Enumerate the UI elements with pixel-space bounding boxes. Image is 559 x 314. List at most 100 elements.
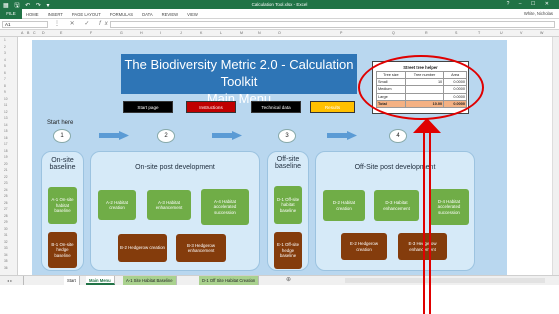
a4-accelerated-succession-button[interactable]: A-4 Habitat accelerated succession xyxy=(201,189,249,225)
row-header[interactable]: 19 xyxy=(4,155,8,159)
formula-bar: A1 ⋮ ✕ ✓ fx xyxy=(0,19,559,30)
row-header[interactable]: 33 xyxy=(4,246,8,250)
row-header[interactable]: 10 xyxy=(4,97,8,101)
sheet-tab-a1[interactable]: A-1 Site Habitat Baseline xyxy=(123,276,177,285)
column-header[interactable]: Q xyxy=(392,31,395,35)
d3-habitat-enhancement-button[interactable]: D-3 Habitat enhancement xyxy=(374,190,419,221)
row-header[interactable]: 32 xyxy=(4,240,8,244)
row-header[interactable]: 15 xyxy=(4,129,8,133)
row-header[interactable]: 36 xyxy=(4,266,8,270)
sheet-tab-d1[interactable]: D-1 Off Site Habitat Creation xyxy=(199,276,260,285)
sheet-tab-start[interactable]: Start xyxy=(64,276,80,285)
row-header[interactable]: 26 xyxy=(4,201,8,205)
tab-home[interactable]: HOME xyxy=(26,12,39,17)
row-header[interactable]: 21 xyxy=(4,168,8,172)
sheet-tab-main-menu[interactable]: Main Menu xyxy=(86,276,115,285)
add-sheet-icon[interactable]: ⊕ xyxy=(283,276,294,285)
instructions-button[interactable]: Instructions xyxy=(186,101,236,113)
column-header[interactable]: L xyxy=(220,31,222,35)
b1-hedge-baseline-button[interactable]: B-1 On-site hedge baseline xyxy=(48,232,77,268)
row-header[interactable]: 12 xyxy=(4,110,8,114)
row-header[interactable]: 1 xyxy=(4,38,6,42)
column-header[interactable]: J xyxy=(180,31,182,35)
highlight-oval xyxy=(358,55,484,120)
tab-formulas[interactable]: FORMULAS xyxy=(110,12,133,17)
column-header[interactable]: I xyxy=(160,31,161,35)
d2-habitat-creation-button[interactable]: D-2 Habitat creation xyxy=(323,190,365,221)
row-header[interactable]: 5 xyxy=(4,64,6,68)
row-header[interactable]: 20 xyxy=(4,162,8,166)
column-header[interactable]: C xyxy=(33,31,36,35)
formula-icons[interactable]: ⋮ ✕ ✓ fx xyxy=(54,20,112,27)
a1-habitat-baseline-button[interactable]: A-1 On-site habitat baseline xyxy=(48,187,77,224)
tab-insert[interactable]: INSERT xyxy=(48,12,63,17)
row-header[interactable]: 3 xyxy=(4,51,6,55)
row-header[interactable]: 35 xyxy=(4,259,8,263)
row-header[interactable]: 16 xyxy=(4,136,8,140)
tab-view[interactable]: VIEW xyxy=(187,12,198,17)
file-tab[interactable]: FILE xyxy=(0,9,22,19)
row-header[interactable]: 18 xyxy=(4,149,8,153)
b3-hedgerow-enhancement-button[interactable]: B-3 Hedgerow enhancement xyxy=(176,234,226,262)
column-header[interactable]: A xyxy=(21,31,23,35)
column-header[interactable]: G xyxy=(120,31,123,35)
row-header[interactable]: 17 xyxy=(4,142,8,146)
row-header[interactable]: 2 xyxy=(4,45,6,49)
a3-habitat-enhancement-button[interactable]: A-3 Habitat enhancement xyxy=(147,190,191,220)
row-header[interactable]: 25 xyxy=(4,194,8,198)
start-page-button[interactable]: Start page xyxy=(123,101,173,113)
tab-page-layout[interactable]: PAGE LAYOUT xyxy=(72,12,101,17)
row-header[interactable]: 9 xyxy=(4,90,6,94)
e2-hedgerow-creation-button[interactable]: E-2 Hedgerow creation xyxy=(341,233,387,260)
column-header[interactable]: V xyxy=(520,31,522,35)
d1-offsite-habitat-baseline-button[interactable]: D-1 Off-site habitat baseline xyxy=(274,186,302,224)
tab-review[interactable]: REVIEW xyxy=(162,12,179,17)
formula-input[interactable] xyxy=(110,21,555,28)
column-header[interactable]: B xyxy=(27,31,29,35)
tab-data[interactable]: DATA xyxy=(142,12,153,17)
column-header[interactable]: D xyxy=(42,31,45,35)
row-header[interactable]: 24 xyxy=(4,188,8,192)
column-header[interactable]: U xyxy=(500,31,503,35)
row-header[interactable]: 29 xyxy=(4,220,8,224)
window-controls[interactable]: ? – ☐ ✕ xyxy=(507,1,553,7)
horizontal-scrollbar[interactable] xyxy=(345,278,545,283)
name-box[interactable]: A1 xyxy=(2,21,48,28)
column-header[interactable]: O xyxy=(278,31,281,35)
right-arrow-icon xyxy=(212,131,242,140)
a2-habitat-creation-button[interactable]: A-2 Habitat creation xyxy=(98,190,136,220)
results-button[interactable]: Results xyxy=(310,101,355,113)
row-header[interactable]: 27 xyxy=(4,207,8,211)
column-header[interactable]: T xyxy=(478,31,480,35)
technical-data-button[interactable]: Technical data xyxy=(251,101,301,113)
row-header[interactable]: 7 xyxy=(4,77,6,81)
row-header[interactable]: 22 xyxy=(4,175,8,179)
row-header[interactable]: 31 xyxy=(4,233,8,237)
column-header[interactable]: S xyxy=(455,31,457,35)
e1-offsite-hedge-baseline-button[interactable]: E-1 Off-site hedge baseline xyxy=(274,232,302,269)
row-header[interactable]: 13 xyxy=(4,116,8,120)
row-header[interactable]: 4 xyxy=(4,58,6,62)
column-header[interactable]: N xyxy=(258,31,261,35)
user-name[interactable]: White, Nicholas xyxy=(524,11,553,16)
row-header[interactable]: 28 xyxy=(4,214,8,218)
row-header[interactable]: 23 xyxy=(4,181,8,185)
column-header[interactable]: K xyxy=(200,31,202,35)
column-header[interactable]: W xyxy=(540,31,543,35)
column-header[interactable]: M xyxy=(240,31,243,35)
column-header[interactable]: H xyxy=(140,31,143,35)
d4-accelerated-succession-button[interactable]: D-4 Habitat accelerated succession xyxy=(429,189,469,225)
row-header[interactable]: 8 xyxy=(4,84,6,88)
row-header[interactable]: 14 xyxy=(4,123,8,127)
vertical-scrollbar[interactable] xyxy=(552,37,559,275)
b2-hedgerow-creation-button[interactable]: B-2 Hedgerow creation xyxy=(118,234,167,262)
row-header[interactable]: 6 xyxy=(4,71,6,75)
row-header[interactable]: 34 xyxy=(4,253,8,257)
row-header[interactable]: 30 xyxy=(4,227,8,231)
row-header[interactable]: 11 xyxy=(4,103,7,107)
column-header[interactable]: P xyxy=(340,31,342,35)
column-header[interactable]: R xyxy=(425,31,428,35)
column-header[interactable]: E xyxy=(60,31,62,35)
tab-nav-arrows[interactable]: ◂ ▸ xyxy=(4,276,24,285)
column-header[interactable]: F xyxy=(90,31,92,35)
